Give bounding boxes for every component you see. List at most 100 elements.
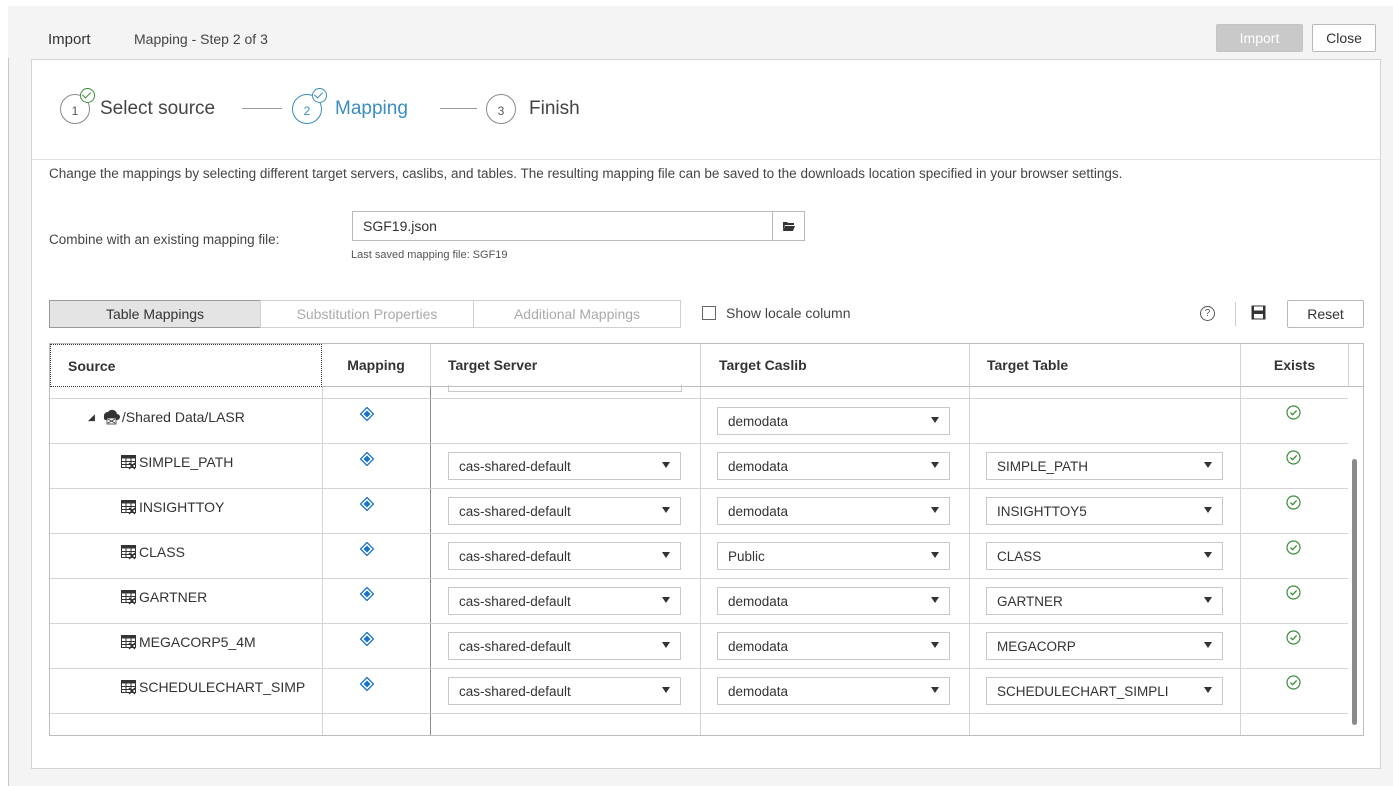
- target-table-select[interactable]: SIMPLE_PATH: [986, 452, 1223, 480]
- exists-check-icon: [1286, 675, 1301, 695]
- mapping-icon[interactable]: [359, 496, 375, 516]
- mapping-icon[interactable]: [359, 406, 375, 426]
- target-server-select[interactable]: cas-shared-default: [448, 452, 681, 480]
- target-table-select[interactable]: GARTNER: [986, 587, 1223, 615]
- source-cell: SCHEDULECHART_SIMP: [121, 679, 321, 695]
- target-server-select[interactable]: cas-shared-default: [448, 677, 681, 705]
- source-name: CLASS: [139, 544, 185, 560]
- last-saved-note: Last saved mapping file: SGF19: [351, 249, 508, 261]
- column-header-target-table[interactable]: Target Table: [970, 344, 1241, 387]
- collapse-caret-icon[interactable]: ◢: [88, 412, 95, 423]
- table-row[interactable]: CLASS cas-shared-default Public CLASS: [50, 534, 1348, 579]
- mapping-file-input[interactable]: SGF19.json: [352, 211, 776, 241]
- step-2-label[interactable]: Mapping: [335, 98, 408, 120]
- table-icon: [121, 589, 136, 604]
- exists-check-icon: [1286, 450, 1301, 470]
- table-icon: [121, 499, 136, 514]
- target-server-value: cas-shared-default: [459, 593, 571, 609]
- chevron-down-icon: [931, 642, 939, 648]
- target-table-select[interactable]: INSIGHTTOY5: [986, 497, 1223, 525]
- target-server-value: cas-shared-default: [459, 638, 571, 654]
- target-caslib-select[interactable]: demodata: [717, 587, 950, 615]
- table-row[interactable]: SCHEDULECHART_SIMP cas-shared-default de…: [50, 669, 1348, 714]
- source-cell: GARTNER: [121, 589, 207, 605]
- table-row[interactable]: GARTNER cas-shared-default demodata GART…: [50, 579, 1348, 624]
- mappings-grid: Source Mapping Target Server Target Casl…: [49, 343, 1364, 736]
- chevron-down-icon: [662, 642, 670, 648]
- table-row[interactable]: ◢ /Shared Data/LASR demodata: [50, 399, 1348, 444]
- target-table-select[interactable]: CLASS: [986, 542, 1223, 570]
- target-caslib-select[interactable]: demodata: [717, 632, 950, 660]
- target-server-select[interactable]: cas-shared-default: [448, 497, 681, 525]
- dialog-step-title: Mapping - Step 2 of 3: [134, 31, 268, 47]
- help-icon[interactable]: ?: [1200, 306, 1215, 321]
- target-server-value: cas-shared-default: [459, 683, 571, 699]
- save-icon[interactable]: [1251, 305, 1266, 325]
- exists-check-icon: [1286, 585, 1301, 605]
- partial-select: [448, 385, 682, 392]
- target-caslib-select[interactable]: Public: [717, 542, 950, 570]
- target-server-select[interactable]: cas-shared-default: [448, 587, 681, 615]
- chevron-down-icon: [931, 687, 939, 693]
- step-connector-1: [242, 108, 282, 109]
- target-caslib-select[interactable]: demodata: [717, 452, 950, 480]
- table-row[interactable]: MEGACORP5_4M cas-shared-default demodata…: [50, 624, 1348, 669]
- close-button[interactable]: Close: [1312, 24, 1376, 52]
- stepper: 1 Select source 2 Mapping 3 Finish: [32, 60, 1380, 160]
- column-header-exists[interactable]: Exists: [1241, 344, 1349, 387]
- source-name: GARTNER: [139, 589, 208, 605]
- mapping-icon[interactable]: [359, 676, 375, 696]
- column-header-target-caslib[interactable]: Target Caslib: [701, 344, 970, 387]
- mapping-icon[interactable]: [359, 541, 375, 561]
- target-caslib-select[interactable]: demodata: [717, 407, 950, 435]
- browse-folder-button[interactable]: [772, 211, 805, 241]
- chevron-down-icon: [1204, 507, 1212, 513]
- chevron-down-icon: [931, 417, 939, 423]
- step-3-circle[interactable]: 3: [486, 94, 516, 124]
- target-table-select[interactable]: SCHEDULECHART_SIMPLI: [986, 677, 1223, 705]
- table-row[interactable]: SIMPLE_PATH cas-shared-default demodata …: [50, 444, 1348, 489]
- target-server-select[interactable]: cas-shared-default: [448, 542, 681, 570]
- toolbar-divider: [1235, 302, 1236, 326]
- target-caslib-select[interactable]: demodata: [717, 497, 950, 525]
- mapping-description: Change the mappings by selecting differe…: [49, 166, 1123, 181]
- table-icon: [121, 634, 136, 649]
- mapping-icon[interactable]: [359, 586, 375, 606]
- column-header-source[interactable]: Source: [50, 344, 322, 387]
- table-row[interactable]: INSIGHTTOY cas-shared-default demodata I…: [50, 489, 1348, 534]
- import-button[interactable]: Import: [1216, 24, 1303, 52]
- chevron-down-icon: [931, 507, 939, 513]
- step-1-label[interactable]: Select source: [100, 98, 215, 120]
- mapping-icon[interactable]: [359, 631, 375, 651]
- source-name: INSIGHTTOY: [139, 499, 225, 515]
- chevron-down-icon: [931, 552, 939, 558]
- target-table-value: MEGACORP: [997, 638, 1076, 654]
- tab-substitution-properties[interactable]: Substitution Properties: [260, 300, 474, 328]
- target-server-value: cas-shared-default: [459, 458, 571, 474]
- chevron-down-icon: [662, 597, 670, 603]
- target-caslib-select[interactable]: demodata: [717, 677, 950, 705]
- target-table-select[interactable]: MEGACORP: [986, 632, 1223, 660]
- target-server-value: cas-shared-default: [459, 503, 571, 519]
- chevron-down-icon: [931, 597, 939, 603]
- source-name: SCHEDULECHART_SIMP: [139, 679, 306, 695]
- chevron-down-icon: [662, 507, 670, 513]
- grid-scrollbar[interactable]: [1352, 459, 1357, 725]
- tab-additional-mappings[interactable]: Additional Mappings: [473, 300, 681, 328]
- target-caslib-value: demodata: [728, 638, 789, 654]
- tab-table-mappings[interactable]: Table Mappings: [49, 300, 261, 328]
- target-table-value: CLASS: [997, 548, 1042, 564]
- step-3-label[interactable]: Finish: [529, 98, 580, 120]
- source-cell: MEGACORP5_4M: [121, 634, 256, 650]
- chevron-down-icon: [662, 687, 670, 693]
- mapping-icon[interactable]: [359, 451, 375, 471]
- reset-button[interactable]: Reset: [1287, 300, 1364, 328]
- step-2-check-icon: [312, 88, 327, 103]
- table-icon: [121, 454, 136, 469]
- column-header-target-server[interactable]: Target Server: [431, 344, 701, 387]
- dialog-titlebar: Import Mapping - Step 2 of 3 Import Clos…: [8, 6, 1393, 58]
- column-header-mapping[interactable]: Mapping: [322, 344, 431, 387]
- show-locale-checkbox[interactable]: [702, 306, 716, 320]
- target-server-select[interactable]: cas-shared-default: [448, 632, 681, 660]
- show-locale-toggle[interactable]: Show locale column: [702, 305, 851, 321]
